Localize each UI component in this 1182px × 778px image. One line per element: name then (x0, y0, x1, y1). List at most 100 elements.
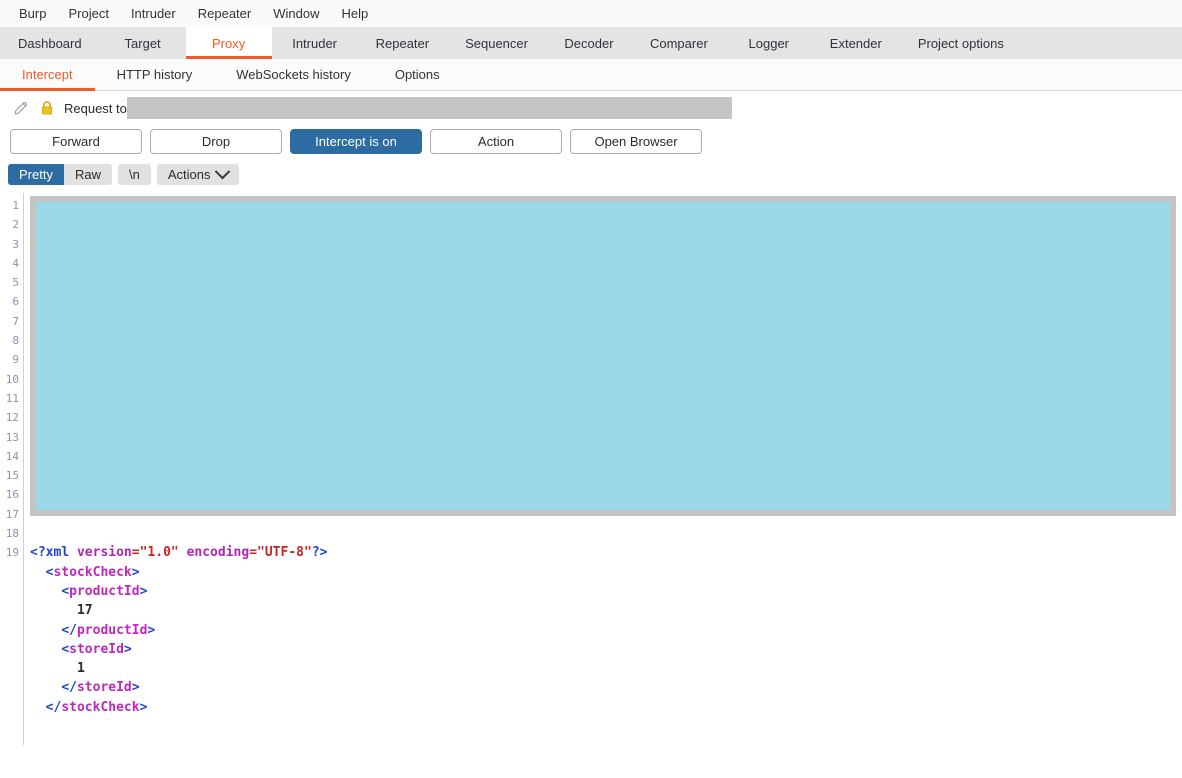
line-number: 9 (12, 353, 19, 367)
lock-icon[interactable] (36, 97, 58, 119)
tab-project-options[interactable]: Project options (900, 27, 1022, 59)
line-number: 16 (5, 488, 19, 502)
line-number: 5 (12, 276, 19, 290)
drop-button[interactable]: Drop (150, 129, 282, 154)
menu-item-project[interactable]: Project (57, 3, 119, 24)
code-token: version (76, 545, 132, 561)
redaction-fill (36, 202, 1170, 510)
menu-item-help[interactable]: Help (330, 3, 379, 24)
chevron-down-icon (215, 163, 231, 180)
code-token: > (131, 564, 140, 580)
code-token: encoding (186, 545, 250, 561)
view-mode-group: Pretty Raw (8, 164, 112, 185)
tab-decoder[interactable]: Decoder (546, 27, 632, 59)
code-token: > (123, 641, 132, 657)
subtab-options[interactable]: Options (373, 59, 462, 90)
main-tab-bar: Dashboard Target Proxy Intruder Repeater Sequ… (0, 27, 1182, 59)
open-browser-button[interactable]: Open Browser (570, 129, 702, 154)
line-number: 4 (12, 256, 19, 270)
code-token: <?xml (30, 545, 77, 561)
tab-logger[interactable]: Logger (726, 27, 812, 59)
code-token: productId (69, 583, 140, 599)
tab-extender[interactable]: Extender (812, 27, 900, 59)
subtab-http-history[interactable]: HTTP history (95, 59, 215, 90)
menu-item-intruder[interactable]: Intruder (120, 3, 187, 24)
line-number: 15 (5, 469, 19, 483)
code-line: </stockCheck> (30, 698, 1182, 717)
intercept-action-bar: Forward Drop Intercept is on Action Open… (0, 121, 1182, 154)
line-number: 10 (5, 372, 19, 386)
proxy-sub-tab-bar: Intercept HTTP history WebSockets history O… (0, 59, 1182, 91)
code-token: < (61, 641, 70, 657)
code-line: </productId> (30, 621, 1182, 640)
newline-toggle-button[interactable]: \n (117, 164, 151, 185)
tab-proxy[interactable]: Proxy (185, 27, 272, 59)
line-number: 17 (5, 507, 19, 521)
line-number: 11 (5, 391, 19, 405)
tab-intruder[interactable]: Intruder (272, 27, 358, 59)
line-number: 2 (12, 218, 19, 232)
line-number: 14 (5, 449, 19, 463)
menu-item-burp[interactable]: Burp (8, 3, 57, 24)
subtab-websockets-history[interactable]: WebSockets history (214, 59, 373, 90)
code-token: storeId (76, 680, 132, 696)
menu-item-repeater[interactable]: Repeater (187, 3, 262, 24)
code-line: <productId> (30, 582, 1182, 601)
code-token: 1 (76, 661, 85, 677)
line-number: 19 (5, 546, 19, 560)
line-number: 8 (12, 334, 19, 348)
action-button[interactable]: Action (430, 129, 562, 154)
code-token: 17 (76, 603, 93, 619)
tab-target[interactable]: Target (100, 27, 186, 59)
editor-toolbar: Pretty Raw \n Actions (0, 154, 1182, 185)
code-token: > (131, 680, 140, 696)
intercept-toggle-button[interactable]: Intercept is on (290, 129, 422, 154)
line-number: 7 (12, 314, 19, 328)
code-token: > (147, 622, 156, 638)
line-number: 13 (5, 430, 19, 444)
request-headers-redacted (30, 196, 1176, 516)
tab-dashboard[interactable]: Dashboard (0, 27, 100, 59)
line-number: 18 (5, 527, 19, 541)
code-line: 1 (30, 659, 1182, 678)
tab-repeater[interactable]: Repeater (358, 27, 447, 59)
code-token: ?> (311, 545, 328, 561)
subtab-intercept[interactable]: Intercept (0, 59, 95, 91)
code-token: </ (45, 699, 62, 715)
tab-sequencer[interactable]: Sequencer (447, 27, 546, 59)
request-host-redacted[interactable] (126, 97, 732, 119)
line-number: 12 (5, 411, 19, 425)
raw-view-button[interactable]: Raw (63, 164, 112, 185)
code-line: <stockCheck> (30, 563, 1182, 582)
code-token: </ (61, 622, 77, 638)
code-line: 17 (30, 601, 1182, 620)
code-token: ="UTF-8" (249, 545, 312, 561)
actions-dropdown-label: Actions (167, 167, 211, 182)
menu-item-window[interactable]: Window (262, 3, 330, 24)
forward-button[interactable]: Forward (10, 129, 142, 154)
code-token: < (61, 583, 70, 599)
tab-comparer[interactable]: Comparer (632, 27, 726, 59)
line-number: 6 (12, 295, 19, 309)
line-number-gutter: 1 2 3 4 5 6 7 8 9 10 11 12 13 14 15 16 17 18 19 (0, 193, 24, 745)
code-line: <?xml version="1.0" encoding="UTF-8"?> (30, 543, 1182, 562)
actions-dropdown-button[interactable]: Actions (156, 163, 240, 185)
code-token: </ (61, 680, 77, 696)
code-token: > (139, 583, 148, 599)
pretty-view-button[interactable]: Pretty (8, 164, 64, 185)
code-token: storeId (69, 641, 124, 657)
request-editor[interactable]: 1 2 3 4 5 6 7 8 9 10 11 12 13 14 15 16 17 18 19 <?xml vers… (0, 193, 1182, 745)
pencil-icon[interactable] (10, 97, 32, 119)
code-line: <storeId> (30, 640, 1182, 659)
code-area[interactable]: <?xml version="1.0" encoding="UTF-8"?> <… (24, 193, 1182, 745)
line-number: 1 (12, 199, 19, 212)
code-token: stockCheck (61, 699, 140, 715)
menu-bar: Burp Project Intruder Repeater Window Help (0, 0, 1182, 27)
request-header-row: Request to (0, 91, 1182, 121)
code-token: > (139, 699, 148, 715)
